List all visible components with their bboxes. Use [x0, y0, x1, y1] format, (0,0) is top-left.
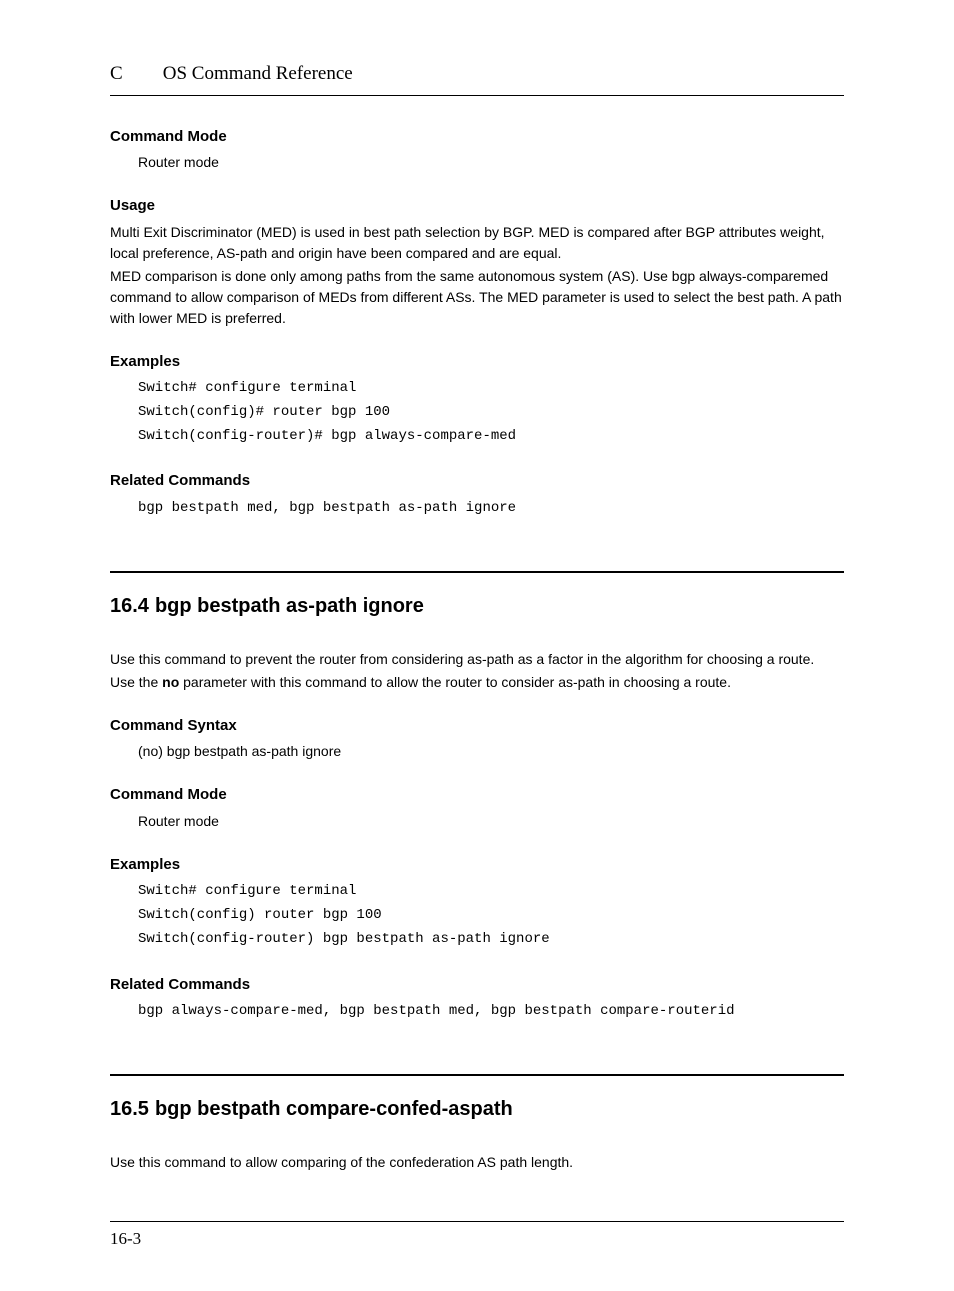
heading-command-syntax: Command Syntax — [110, 715, 844, 738]
heading-related: Related Commands — [110, 974, 844, 997]
command-mode-text: Router mode — [138, 811, 844, 832]
section-number: 16.5 — [110, 1094, 149, 1124]
section-name: bgp bestpath as-path ignore — [155, 595, 424, 617]
keyword-no: no — [162, 674, 179, 690]
heading-command-mode: Command Mode — [110, 126, 844, 149]
related-commands: bgp always-compare-med, bgp bestpath med… — [138, 1000, 844, 1024]
command-mode-text: Router mode — [138, 152, 844, 173]
intro-text: Use the — [110, 674, 162, 690]
section-number: 16.4 — [110, 591, 149, 621]
intro-paragraph: Use the no parameter with this command t… — [110, 672, 844, 693]
section-divider — [110, 1074, 844, 1076]
heading-examples: Examples — [110, 351, 844, 374]
command-syntax-text: (no) bgp bestpath as-path ignore — [138, 741, 844, 762]
heading-examples: Examples — [110, 854, 844, 877]
section-title: 16.5 bgp bestpath compare-confed-aspath — [110, 1094, 844, 1124]
section-title: 16.4 bgp bestpath as-path ignore — [110, 591, 844, 621]
heading-command-mode: Command Mode — [110, 784, 844, 807]
page-header: C OS Command Reference — [110, 60, 844, 96]
usage-paragraph: Multi Exit Discriminator (MED) is used i… — [110, 222, 844, 264]
intro-text: parameter with this command to allow the… — [179, 674, 731, 690]
footer-divider — [110, 1221, 844, 1222]
related-commands: bgp bestpath med, bgp bestpath as-path i… — [138, 497, 844, 521]
header-title: OS Command Reference — [163, 63, 353, 84]
page-number: 16-3 — [110, 1226, 844, 1252]
heading-related: Related Commands — [110, 470, 844, 493]
heading-usage: Usage — [110, 195, 844, 218]
section-divider — [110, 571, 844, 573]
section-name: bgp bestpath compare-confed-aspath — [155, 1098, 513, 1120]
example-code: Switch# configure terminal Switch(config… — [138, 880, 844, 951]
example-code: Switch# configure terminal Switch(config… — [138, 377, 844, 448]
intro-paragraph: Use this command to allow comparing of t… — [110, 1152, 844, 1173]
appendix-letter: C — [110, 60, 158, 89]
usage-paragraph: MED comparison is done only among paths … — [110, 266, 844, 329]
intro-paragraph: Use this command to prevent the router f… — [110, 649, 844, 670]
